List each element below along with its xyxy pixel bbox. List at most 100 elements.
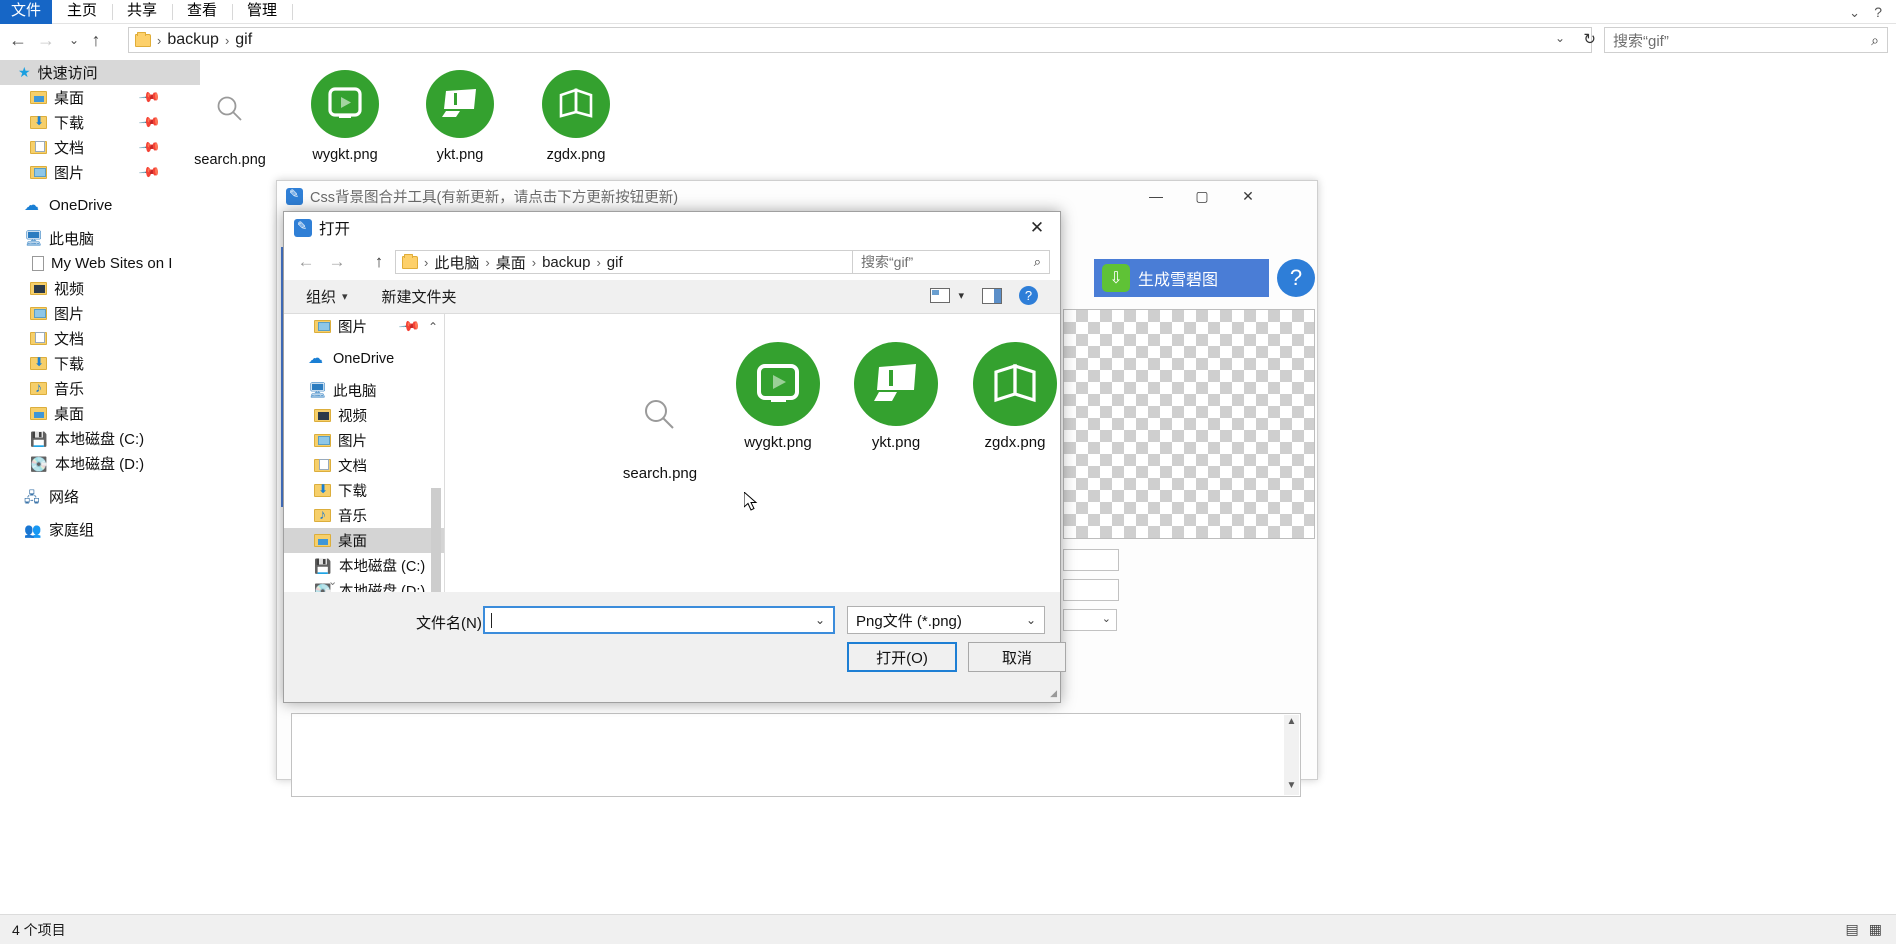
dialog-sidebar-item-documents[interactable]: 文档 [284, 453, 444, 478]
sidebar-item-onedrive[interactable]: ☁ OneDrive [0, 193, 200, 218]
tiles-view-icon[interactable]: ▦ [1869, 921, 1882, 938]
dialog-sidebar-item-downloads[interactable]: 下载 [284, 478, 444, 503]
dialog-back-button[interactable]: ← [294, 250, 318, 274]
new-folder-button[interactable]: 新建文件夹 [382, 286, 457, 307]
forward-button[interactable]: → [34, 28, 58, 52]
organize-button[interactable]: 组织 [306, 286, 336, 307]
details-view-icon[interactable]: ▤ [1846, 921, 1859, 938]
breadcrumb-item[interactable]: gif [232, 31, 255, 49]
ribbon-tab-view[interactable]: 查看 [176, 0, 228, 24]
breadcrumb-item[interactable]: backup [164, 31, 222, 49]
resize-grip-icon[interactable]: ◢ [1050, 688, 1057, 699]
sidebar-item-downloads-2[interactable]: 下载 [0, 351, 200, 376]
app-help-button[interactable]: ? [1277, 259, 1315, 297]
dialog-file-tile-wygkt[interactable]: wygkt.png [719, 338, 837, 451]
file-tile-ykt[interactable]: ykt.png [404, 65, 516, 163]
sidebar-item-this-pc[interactable]: 🖥 此电脑 [0, 226, 200, 251]
back-button[interactable]: ← [6, 28, 30, 52]
pin-icon[interactable]: 📌 [397, 314, 422, 338]
dialog-sidebar-item-music[interactable]: 音乐 [284, 503, 444, 528]
chevron-down-icon[interactable]: ⌄ [1555, 31, 1565, 45]
sidebar-item-my-web-sites[interactable]: My Web Sites on I [0, 251, 200, 276]
dialog-sidebar[interactable]: 图片 📌 ⌃ ☁ OneDrive 🖥 此电脑 视频 图片 文档 ⬇ 下载 ♪ … [284, 314, 444, 592]
maximize-button[interactable]: ▢ [1179, 181, 1225, 211]
sidebar-item-music[interactable]: 音乐 [0, 376, 200, 401]
sidebar-item-documents-2[interactable]: 文档 [0, 326, 200, 351]
help-icon[interactable]: ? [1874, 4, 1882, 20]
view-toggle-group[interactable]: ▤ ▦ [1846, 921, 1882, 938]
pin-icon[interactable]: 📌 [137, 85, 162, 109]
pin-icon[interactable]: 📌 [137, 135, 162, 159]
ribbon-tab-manage[interactable]: 管理 [236, 0, 288, 24]
up-button[interactable]: ↑ [84, 28, 108, 52]
view-options-button[interactable]: ▾ [930, 288, 964, 303]
app-title-bar[interactable]: Css背景图合并工具(有新更新，请点击下方更新按钮更新) — ▢ ✕ [277, 181, 1317, 211]
dialog-file-tile-search[interactable]: search.png [601, 369, 719, 482]
dialog-forward-button[interactable]: → [325, 250, 349, 274]
sidebar-item-desktop-2[interactable]: 桌面 [0, 401, 200, 426]
sidebar-item-disk-d[interactable]: 💽 本地磁盘 (D:) [0, 451, 200, 476]
dialog-sidebar-item-desktop[interactable]: 桌面 [284, 528, 444, 553]
css-output-textarea[interactable]: ▲ ▼ [291, 713, 1301, 797]
scroll-up-arrow[interactable]: ▲ [1284, 715, 1299, 729]
filename-input[interactable]: ⌄ [483, 606, 835, 634]
sidebar-item-documents[interactable]: 文档 📌 [0, 135, 200, 160]
dialog-sidebar-item-pictures[interactable]: 图片 📌 ⌃ [284, 314, 444, 339]
dialog-address-input[interactable]: › 此电脑 › 桌面 › backup › gif ⌄ ↻ [395, 250, 905, 274]
sidebar-item-pictures[interactable]: 图片 📌 [0, 160, 200, 185]
breadcrumb-item[interactable]: gif [604, 254, 626, 271]
chevron-down-icon[interactable]: ⌄ [1849, 5, 1860, 21]
sidebar-item-disk-c[interactable]: 💾 本地磁盘 (C:) [0, 426, 200, 451]
dialog-sidebar-item-videos[interactable]: 视频 [284, 403, 444, 428]
file-tile-zgdx[interactable]: zgdx.png [520, 65, 632, 163]
file-type-filter-select[interactable]: Png文件 (*.png) ⌄ [847, 606, 1045, 634]
scroll-down-arrow[interactable]: ⌄ [328, 575, 337, 588]
explorer-sidebar[interactable]: ★ 快速访问 桌面 📌 下载 📌 文档 📌 图片 📌 ☁ OneDrive [0, 60, 200, 914]
chevron-down-icon[interactable]: ▾ [342, 290, 348, 303]
param-input-1[interactable] [1063, 549, 1119, 571]
breadcrumb-item[interactable]: 此电脑 [431, 252, 482, 273]
ribbon-tab-file[interactable]: 文件 [0, 0, 52, 24]
scroll-down-arrow[interactable]: ▼ [1284, 779, 1299, 793]
dialog-sidebar-item-this-pc[interactable]: 🖥 此电脑 [284, 378, 444, 403]
dialog-file-tile-ykt[interactable]: ykt.png [837, 338, 955, 451]
chevron-down-icon[interactable]: ⌄ [815, 613, 825, 627]
file-tile-wygkt[interactable]: wygkt.png [289, 65, 401, 163]
dialog-close-button[interactable]: ✕ [1014, 212, 1060, 244]
dialog-open-button[interactable]: 打开(O) [847, 642, 957, 672]
dialog-file-list[interactable]: search.png wygkt.png ykt.png zgdx.png [445, 314, 1060, 592]
dialog-sidebar-item-disk-d[interactable]: 💽 本地磁盘 (D:) [284, 578, 444, 593]
search-input[interactable]: 搜索“gif” [1605, 30, 1871, 51]
minimize-button[interactable]: — [1133, 181, 1179, 211]
dialog-sidebar-item-disk-c[interactable]: 💾 本地磁盘 (C:) [284, 553, 444, 578]
dialog-search-box[interactable]: 搜索“gif” ⌕ [852, 250, 1050, 274]
preview-pane-button[interactable] [982, 288, 1002, 304]
refresh-icon[interactable]: ↻ [1583, 30, 1596, 48]
breadcrumb-item[interactable]: 桌面 [493, 252, 529, 273]
dialog-help-button[interactable]: ? [1019, 286, 1038, 305]
pin-icon[interactable]: 📌 [137, 110, 162, 134]
open-file-dialog[interactable]: 打开 ✕ ← → ↑ › 此电脑 › 桌面 › backup › gif ⌄ ↻… [283, 211, 1066, 703]
sidebar-item-pictures-2[interactable]: 图片 [0, 301, 200, 326]
dialog-sidebar-item-onedrive[interactable]: ☁ OneDrive [284, 346, 444, 371]
ribbon-tab-share[interactable]: 共享 [116, 0, 168, 24]
sidebar-item-homegroup[interactable]: 👥 家庭组 [0, 517, 200, 542]
dialog-title-bar[interactable]: 打开 ✕ [284, 212, 1060, 244]
textarea-scrollbar[interactable]: ▲ ▼ [1284, 715, 1299, 795]
search-box[interactable]: 搜索“gif” ⌕ [1604, 27, 1888, 53]
dialog-cancel-button[interactable]: 取消 [968, 642, 1066, 672]
sidebar-item-videos[interactable]: 视频 [0, 276, 200, 301]
sidebar-item-desktop[interactable]: 桌面 📌 [0, 85, 200, 110]
sprite-preview-canvas[interactable] [1063, 309, 1315, 539]
address-input[interactable]: › backup › gif ⌄ [128, 27, 1592, 53]
sidebar-item-downloads[interactable]: 下载 📌 [0, 110, 200, 135]
dialog-search-input[interactable]: 搜索“gif” [853, 252, 1034, 272]
dialog-file-tile-zgdx[interactable]: zgdx.png [956, 338, 1074, 451]
sidebar-item-network[interactable]: 🖧 网络 [0, 484, 200, 509]
chevron-up-icon[interactable]: ⌃ [428, 320, 438, 334]
file-tile-search[interactable]: search.png [174, 70, 286, 168]
breadcrumb-item[interactable]: backup [539, 254, 593, 271]
ribbon-tab-home[interactable]: 主页 [56, 0, 108, 24]
generate-sprite-button[interactable]: ⇩ 生成雪碧图 [1094, 259, 1269, 297]
dialog-up-button[interactable]: ↑ [367, 250, 391, 274]
